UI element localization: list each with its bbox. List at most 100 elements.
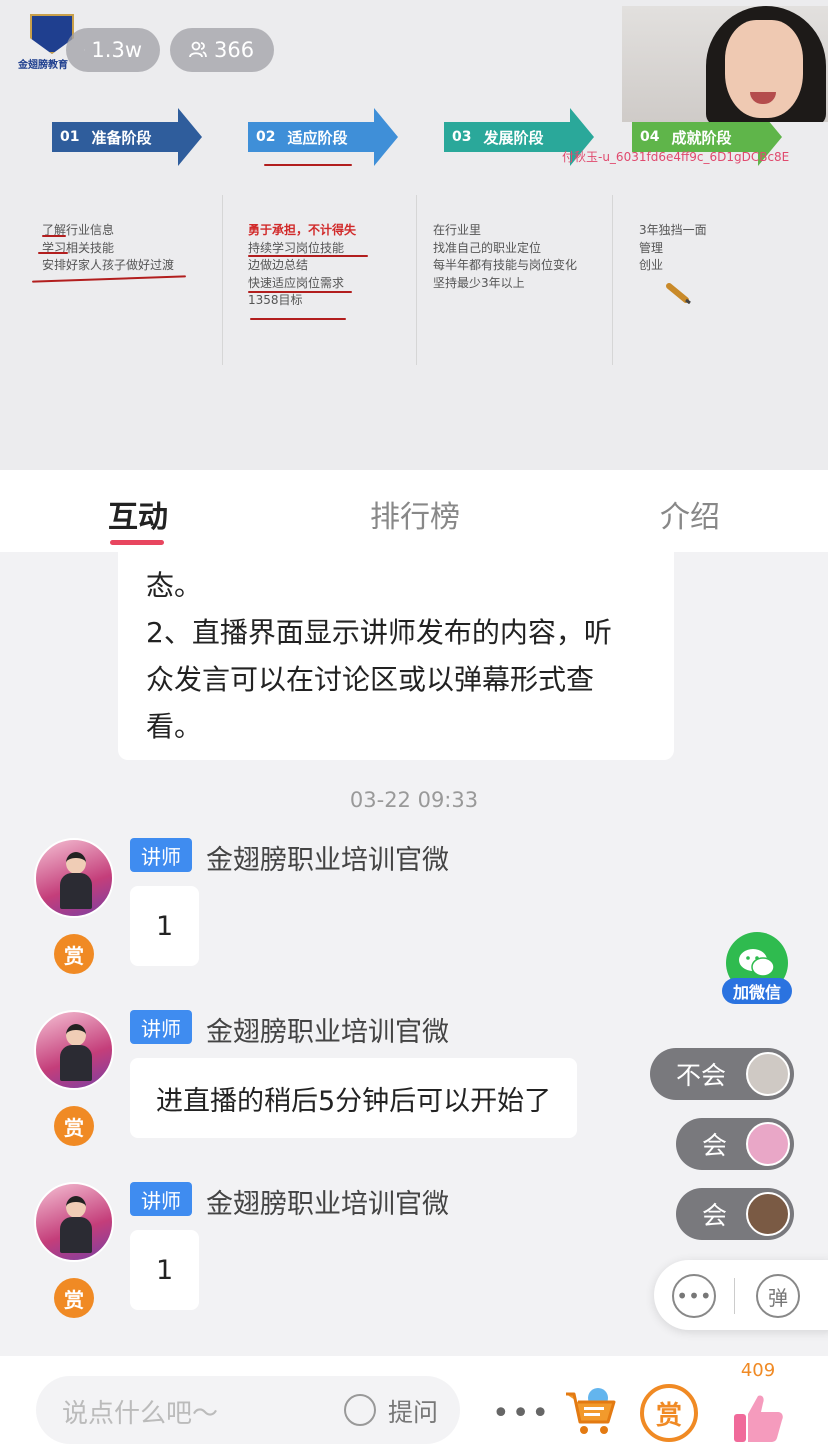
- stage-number: 02: [256, 129, 276, 145]
- detail-heading: 勇于承担，不计得失: [248, 223, 357, 237]
- viewers-badge: 366: [170, 28, 274, 72]
- message-timestamp: 03-22 09:33: [349, 788, 479, 812]
- people-icon: [189, 41, 207, 58]
- reward-button[interactable]: 赏: [640, 1384, 698, 1442]
- stage-1-details: 了解行业信息 学习相关技能 安排好家人孩子做好过渡: [42, 222, 174, 275]
- system-message-line: 2、直播界面显示讲师发布的内容，听: [146, 616, 612, 649]
- active-tab-indicator: [110, 540, 164, 545]
- live-video-area[interactable]: 金翅膀教育 1.3w 366 01 准备阶段 02 适应阶段 03 发展阶段 04 成就…: [0, 0, 828, 470]
- detail-line: 在行业里: [433, 223, 482, 237]
- bottom-bar: 说点什么吧～ 提问 ••• 赏 409: [0, 1356, 828, 1454]
- teacher-badge: 讲师: [130, 1182, 192, 1216]
- stage-3-details: 在行业里 找准自己的职业定位 每半年都有技能与岗位变化 坚持最少3年以上: [433, 222, 577, 292]
- heat-badge: 1.3w: [66, 28, 160, 72]
- tab-interact[interactable]: 互动: [108, 492, 168, 536]
- danmu-text: 会: [702, 1131, 728, 1160]
- detail-line: 3年独挡一面: [639, 223, 707, 237]
- like-count: 409: [740, 1360, 776, 1381]
- danmu-bubble: 不会: [650, 1048, 794, 1100]
- system-message: 态。 2、直播界面显示讲师发布的内容，听 众发言可以在讨论区或以弹幕形式查 看。: [118, 552, 674, 760]
- teacher-camera[interactable]: [622, 6, 828, 122]
- stage-number: 01: [60, 129, 80, 145]
- column-divider: [612, 195, 613, 365]
- quick-actions: ••• 弹: [654, 1260, 828, 1330]
- danmu-bubble: 会: [676, 1188, 794, 1240]
- detail-line: 1358目标: [248, 293, 303, 307]
- avatar[interactable]: [34, 838, 114, 918]
- annotation-stroke: [42, 235, 66, 237]
- reward-badge[interactable]: 赏: [54, 1278, 94, 1318]
- tab-bar: 互动 排行榜 介绍: [0, 470, 828, 552]
- stage-number: 03: [452, 129, 472, 145]
- stage-label: 发展阶段: [483, 128, 544, 147]
- detail-line: 创业: [639, 258, 664, 272]
- annotation-stroke: [264, 164, 352, 166]
- annotation-stroke: [248, 291, 352, 293]
- sender-name: 金翅膀职业培训官微: [206, 845, 449, 876]
- teacher-badge: 讲师: [130, 1010, 192, 1044]
- column-divider: [222, 195, 223, 365]
- message-bubble[interactable]: 1: [130, 886, 200, 966]
- add-wechat-label: 加微信: [722, 978, 792, 1004]
- detail-line: 边做边总结: [248, 258, 309, 272]
- stage-number: 04: [640, 129, 660, 145]
- tab-ranking[interactable]: 排行榜: [370, 492, 460, 536]
- separator: [734, 1278, 735, 1314]
- reward-badge[interactable]: 赏: [54, 1106, 94, 1146]
- system-message-line: 看。: [146, 710, 203, 743]
- stage-label: 适应阶段: [287, 128, 348, 147]
- annotation-stroke: [38, 252, 68, 254]
- detail-line: 每半年都有技能与岗位变化: [433, 258, 578, 272]
- danmu-avatar: [746, 1192, 790, 1236]
- sender-name: 金翅膀职业培训官微: [206, 1017, 449, 1048]
- annotation-stroke: [32, 275, 186, 283]
- avatar[interactable]: [34, 1010, 114, 1090]
- comment-input[interactable]: 说点什么吧～ 提问: [36, 1376, 460, 1444]
- chat-feed[interactable]: 态。 2、直播界面显示讲师发布的内容，听 众发言可以在讨论区或以弹幕形式查 看。…: [0, 552, 828, 1356]
- pencil-icon: [666, 283, 691, 304]
- stage-4-details: 3年独挡一面 管理 创业: [639, 222, 707, 275]
- detail-line: 管理: [639, 240, 664, 255]
- stage-label: 准备阶段: [91, 128, 152, 147]
- flame-icon: [84, 49, 86, 51]
- shopping-cart-icon[interactable]: [560, 1380, 620, 1440]
- system-message-line: 众发言可以在讨论区或以弹幕形式查: [146, 663, 595, 696]
- thumbs-up-icon[interactable]: [730, 1390, 786, 1446]
- system-message-line: 态。: [146, 569, 203, 602]
- danmu-bubble: 会: [676, 1118, 794, 1170]
- message-bubble[interactable]: 进直播的稍后5分钟后可以开始了: [130, 1058, 578, 1138]
- danmu-text: 不会: [676, 1061, 727, 1090]
- danmu-toggle-button[interactable]: 弹: [756, 1274, 800, 1318]
- heat-count: 1.3w: [91, 38, 142, 62]
- comment-bubble-icon[interactable]: •••: [672, 1274, 716, 1318]
- user-watermark: 付秋玉-u_6031fd6e4ff9c_6D1gDCBc8E: [562, 150, 790, 164]
- stage-2-details: 勇于承担，不计得失 持续学习岗位技能 边做边总结 快速适应岗位需求 1358目标: [248, 222, 356, 310]
- detail-line: 安排好家人孩子做好过渡: [42, 258, 175, 272]
- annotation-stroke: [250, 318, 346, 320]
- detail-line: 坚持最少3年以上: [433, 275, 525, 290]
- chat-message: 赏 讲师 金翅膀职业培训官微 1: [34, 838, 634, 978]
- wechat-icon: [739, 949, 775, 977]
- chat-message: 赏 讲师 金翅膀职业培训官微 进直播的稍后5分钟后可以开始了: [34, 1010, 634, 1150]
- detail-line: 找准自己的职业定位: [433, 240, 542, 255]
- ask-question-radio[interactable]: [344, 1394, 376, 1426]
- tab-intro[interactable]: 介绍: [660, 492, 720, 536]
- column-divider: [416, 195, 417, 365]
- stage-label: 成就阶段: [671, 128, 732, 147]
- ask-question-label[interactable]: 提问: [388, 1393, 438, 1429]
- teacher-badge: 讲师: [130, 838, 192, 872]
- message-bubble[interactable]: 1: [130, 1230, 200, 1310]
- danmu-avatar: [746, 1052, 790, 1096]
- detail-line: 学习相关技能: [42, 240, 115, 255]
- annotation-stroke: [248, 255, 368, 257]
- avatar[interactable]: [34, 1182, 114, 1262]
- danmu-avatar: [746, 1122, 790, 1166]
- viewer-count: 366: [214, 38, 255, 62]
- chat-message: 赏 讲师 金翅膀职业培训官微 1: [34, 1182, 634, 1322]
- more-options-button[interactable]: •••: [492, 1396, 551, 1431]
- detail-line: 快速适应岗位需求: [248, 275, 345, 290]
- add-wechat-button[interactable]: 加微信: [722, 932, 792, 1006]
- danmu-text: 会: [702, 1201, 728, 1230]
- sender-name: 金翅膀职业培训官微: [206, 1189, 449, 1220]
- reward-badge[interactable]: 赏: [54, 934, 94, 974]
